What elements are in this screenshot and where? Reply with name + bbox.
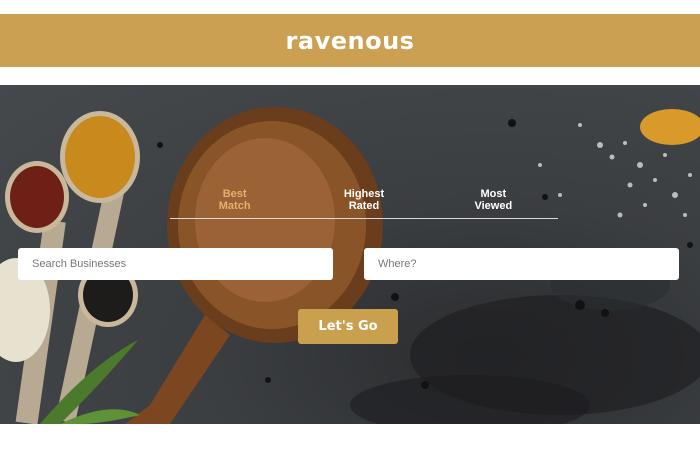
sort-options: Best Match Highest Rated Most Viewed — [170, 188, 558, 219]
sort-option-highest-rated[interactable]: Highest Rated — [299, 188, 428, 218]
location-input[interactable] — [364, 248, 679, 280]
sort-option-label-line1: Most — [480, 188, 507, 200]
sort-option-label-line2: Viewed — [474, 200, 513, 212]
sort-option-label-line2: Rated — [348, 200, 380, 212]
lets-go-button[interactable]: Let's Go — [298, 309, 398, 344]
business-search-input[interactable] — [18, 248, 333, 280]
sort-option-label-line2: Match — [218, 200, 251, 212]
brand-logo: ravenous — [285, 26, 415, 55]
top-spacer — [0, 0, 700, 14]
sort-option-label-line1: Best — [222, 188, 247, 200]
navbar: ravenous — [0, 14, 700, 67]
search-fields — [18, 248, 679, 280]
search-hero: Best Match Highest Rated Most Viewed Let… — [0, 85, 700, 424]
sort-option-label-line1: Highest — [343, 188, 385, 200]
sort-option-best-match[interactable]: Best Match — [170, 188, 299, 218]
sort-option-most-viewed[interactable]: Most Viewed — [429, 188, 558, 218]
